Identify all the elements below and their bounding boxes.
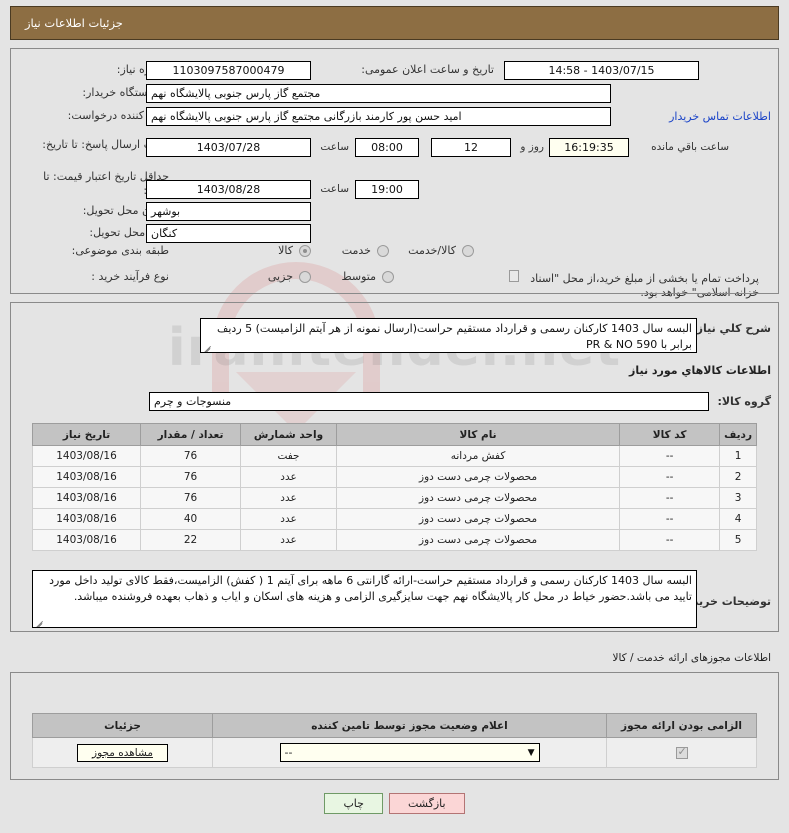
page-root: iranitender.net جزئیات اطلاعات نیاز شمار… xyxy=(0,0,789,833)
back-button[interactable]: بازگشت xyxy=(388,793,465,814)
permit-panel xyxy=(10,672,779,780)
page-title: جزئیات اطلاعات نیاز xyxy=(25,16,123,30)
goods-panel xyxy=(10,302,779,632)
print-button[interactable]: چاپ xyxy=(324,793,383,814)
permit-section-title: اطلاعات مجوزهای ارائه خدمت / کالا xyxy=(612,652,771,664)
footer-actions: بازگشت چاپ xyxy=(0,793,789,814)
page-header: جزئیات اطلاعات نیاز xyxy=(10,6,779,40)
need-info-panel xyxy=(10,48,779,294)
